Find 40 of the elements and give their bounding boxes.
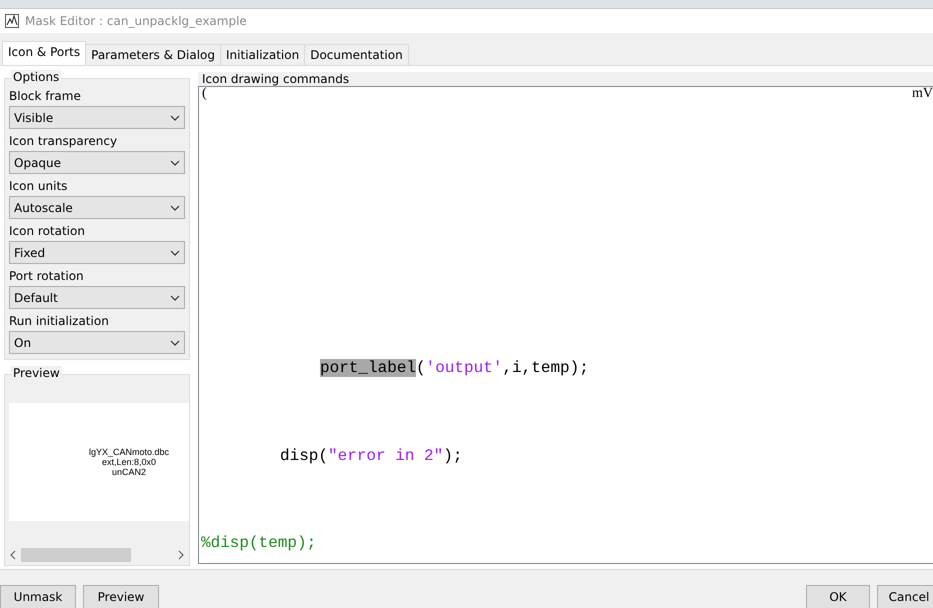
- chevron-down-icon: [170, 294, 180, 300]
- tab[interactable]: Documentation: [304, 44, 409, 65]
- dropdown[interactable]: Opaque: [9, 151, 185, 174]
- code-line: port_label('output',i,temp);: [320, 359, 589, 377]
- field-label: Icon units: [9, 179, 68, 193]
- app-icon: [5, 14, 19, 28]
- code-editor[interactable]: ( mV port_label('output',i,temp); disp("error in 2"); %disp(temp);: [198, 86, 933, 564]
- chevron-down-icon: [170, 250, 180, 256]
- chevron-down-icon: [170, 160, 180, 166]
- dialog-button[interactable]: OK: [806, 585, 870, 608]
- preview-text: ext,Len:8,0x0: [102, 457, 156, 467]
- chevron-down-icon: [170, 114, 180, 120]
- dialog-button[interactable]: Cancel: [877, 585, 933, 608]
- scroll-left-icon[interactable]: [9, 550, 17, 560]
- chevron-down-icon: [170, 204, 180, 210]
- dropdown[interactable]: On: [9, 331, 185, 354]
- field-label: Block frame: [9, 89, 82, 103]
- dropdown[interactable]: Fixed: [9, 241, 185, 264]
- window-title: Mask Editor : can_unpacklg_example: [25, 14, 247, 28]
- dialog-button[interactable]: Unmask: [0, 585, 76, 608]
- code-text: (: [202, 87, 207, 101]
- preview-text: unCAN2: [112, 467, 146, 477]
- code-line: disp("error in 2");: [280, 447, 462, 465]
- field-label: Run initialization: [9, 314, 110, 328]
- dropdown[interactable]: Autoscale: [9, 196, 185, 219]
- field-label: Icon rotation: [9, 224, 86, 238]
- field-label: Port rotation: [9, 269, 85, 283]
- code-text: mV: [912, 87, 933, 101]
- scroll-right-icon[interactable]: [177, 550, 185, 560]
- tab[interactable]: Icon & Ports: [2, 41, 86, 65]
- code-line: %disp(temp);: [201, 534, 316, 552]
- group-title: Options: [11, 70, 62, 84]
- preview-text: lgYX_CANmoto.dbc: [88, 447, 170, 457]
- editor-label: Icon drawing commands: [198, 72, 933, 86]
- dropdown[interactable]: Default: [9, 286, 185, 309]
- chevron-down-icon: [170, 340, 180, 346]
- group-title: Preview: [11, 366, 62, 380]
- field-label: Icon transparency: [9, 134, 118, 148]
- dropdown[interactable]: Visible: [9, 106, 185, 129]
- dialog-button[interactable]: Preview: [83, 585, 159, 608]
